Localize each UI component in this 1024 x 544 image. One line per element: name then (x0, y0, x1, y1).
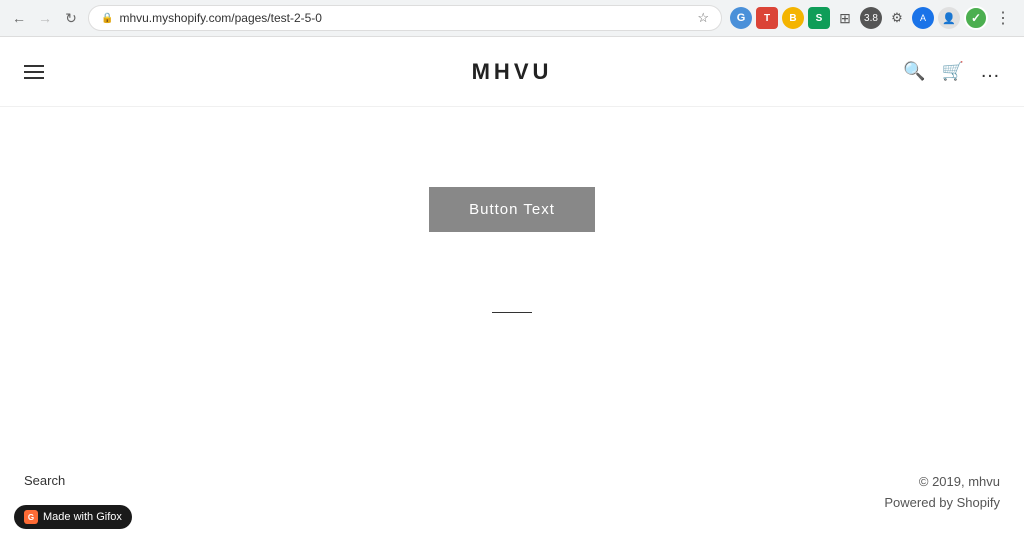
reload-button[interactable]: ↻ (62, 9, 80, 27)
translate-icon[interactable]: T (756, 7, 778, 29)
site-nav: MHVU 🔍 🛒 … (0, 37, 1024, 107)
hamburger-menu[interactable] (24, 65, 44, 79)
copyright-text: © 2019, mhvu (884, 472, 1000, 493)
gifox-badge: G Made with Gifox (14, 505, 132, 529)
extensions-icon[interactable]: G (730, 7, 752, 29)
back-button[interactable]: ← (10, 9, 28, 27)
site-logo: MHVU (472, 59, 553, 85)
powered-by-text: Powered by Shopify (884, 493, 1000, 514)
footer-left: Search (24, 472, 65, 490)
gifox-logo: G (24, 510, 38, 524)
cta-button[interactable]: Button Text (429, 187, 595, 232)
browser-toolbar: ← → ↻ 🔒 mhvu.myshopify.com/pages/test-2-… (0, 0, 1024, 36)
more-icon[interactable]: … (980, 60, 1000, 83)
green-extension-icon[interactable] (964, 6, 988, 30)
browser-chrome: ← → ↻ 🔒 mhvu.myshopify.com/pages/test-2-… (0, 0, 1024, 37)
url-text: mhvu.myshopify.com/pages/test-2-5-0 (119, 11, 691, 25)
misc-icon1[interactable]: B (782, 7, 804, 29)
footer-right: © 2019, mhvu Powered by Shopify (884, 472, 1000, 514)
gifox-label: Made with Gifox (43, 511, 122, 523)
main-content: Button Text (0, 107, 1024, 402)
misc-icon3[interactable]: ⊞ (834, 7, 856, 29)
search-link[interactable]: Search (24, 473, 65, 488)
nav-right-icons: 🔍 🛒 … (903, 60, 1000, 83)
divider (492, 312, 532, 313)
browser-right-icons: G T B S ⊞ 3.8 ⚙ A 👤 ⋮ (730, 6, 1014, 30)
lock-icon: 🔒 (101, 13, 113, 24)
forward-button[interactable]: → (36, 9, 54, 27)
bookmark-icon: ☆ (697, 10, 709, 26)
powered-by-link[interactable]: Powered by Shopify (884, 495, 1000, 510)
site-footer: Search © 2019, mhvu Powered by Shopify (0, 442, 1024, 544)
menu-icon[interactable]: ⋮ (992, 7, 1014, 29)
website: MHVU 🔍 🛒 … Button Text Search © 2019, mh… (0, 37, 1024, 544)
misc-icon5[interactable]: ⚙ (886, 7, 908, 29)
misc-icon4[interactable]: 3.8 (860, 7, 882, 29)
misc-icon6[interactable]: A (912, 7, 934, 29)
search-icon[interactable]: 🔍 (903, 61, 925, 82)
misc-icon7[interactable]: 👤 (938, 7, 960, 29)
address-bar[interactable]: 🔒 mhvu.myshopify.com/pages/test-2-5-0 ☆ (88, 5, 722, 31)
cart-icon[interactable]: 🛒 (942, 61, 964, 82)
misc-icon2[interactable]: S (808, 7, 830, 29)
